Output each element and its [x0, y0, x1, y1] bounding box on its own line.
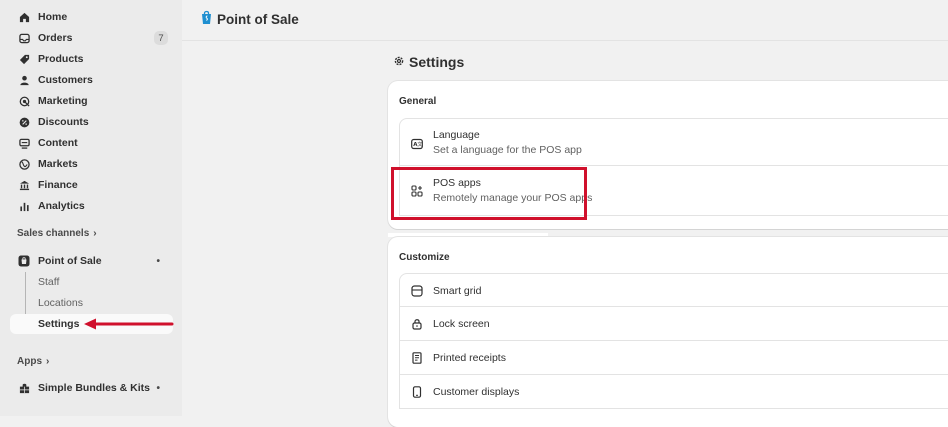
printed-receipts-title: Printed receipts [433, 352, 506, 364]
sidebar-item-label: Marketing [38, 95, 88, 107]
printed-receipts-row[interactable]: Printed receipts [399, 341, 948, 375]
sidebar-item-label: Markets [38, 158, 78, 170]
sidebar-item-label: Content [38, 137, 78, 149]
pos-bag-icon [18, 255, 30, 267]
tag-icon [18, 53, 30, 65]
general-heading: General [399, 96, 437, 107]
app-title-text: Point of Sale [217, 11, 299, 27]
sales-channels-heading[interactable]: Sales channels › [17, 228, 97, 239]
person-icon [18, 74, 30, 86]
bank-icon [18, 179, 30, 191]
sidebar-item-label: Orders [38, 32, 73, 44]
customer-displays-row[interactable]: Customer displays [399, 375, 948, 409]
app-title: Point of Sale [200, 10, 299, 28]
bar-chart-icon [18, 200, 30, 212]
language-title: Language [433, 129, 480, 141]
apps-label: Apps [17, 356, 42, 367]
more-options-icon[interactable]: • [156, 383, 160, 394]
chevron-right-icon: › [46, 356, 50, 367]
content-icon [18, 137, 30, 149]
smart-grid-title: Smart grid [433, 285, 482, 297]
sidebar-item-orders[interactable]: Orders 7 [8, 28, 172, 48]
display-icon [411, 386, 423, 398]
sidebar-item-markets[interactable]: Markets [8, 154, 172, 174]
customize-heading: Customize [399, 252, 450, 263]
orders-count-badge: 7 [154, 31, 168, 45]
home-icon [18, 11, 30, 23]
page-title: Settings [393, 54, 464, 70]
page-title-text: Settings [409, 54, 465, 70]
language-description: Set a language for the POS app [433, 144, 582, 156]
app-puzzle-icon [18, 382, 30, 394]
inbox-icon [18, 32, 30, 44]
sidebar-subitem-settings[interactable]: Settings [38, 318, 79, 330]
lock-icon [411, 318, 423, 330]
top-bar: Point of Sale [182, 0, 948, 41]
lock-screen-title: Lock screen [433, 318, 490, 330]
sidebar-item-label: Discounts [38, 116, 89, 128]
sidebar-item-discounts[interactable]: Discounts [8, 112, 172, 132]
sidebar-item-products[interactable]: Products [8, 49, 172, 69]
more-options-icon[interactable]: • [156, 256, 160, 267]
target-icon [18, 95, 30, 107]
chevron-right-icon: › [93, 228, 97, 239]
sidebar-item-marketing[interactable]: Marketing [8, 91, 172, 111]
language-icon: A文 [411, 138, 423, 150]
sidebar-item-simple-bundles[interactable]: Simple Bundles & Kits • [8, 378, 172, 398]
language-row[interactable]: A文 Language Set a language for the POS a… [399, 118, 948, 166]
apps-heading[interactable]: Apps › [17, 356, 49, 367]
sidebar-subitem-locations[interactable]: Locations [38, 297, 83, 309]
sidebar-item-label: Finance [38, 179, 78, 191]
globe-icon [18, 158, 30, 170]
smart-grid-row[interactable]: Smart grid [399, 273, 948, 307]
pos-app-icon [200, 10, 213, 28]
sidebar-item-home[interactable]: Home [8, 7, 172, 27]
sidebar-item-label: Point of Sale [38, 255, 102, 267]
grid-icon [411, 285, 423, 297]
sidebar-item-point-of-sale[interactable]: Point of Sale • [8, 251, 172, 271]
customer-displays-title: Customer displays [433, 386, 520, 398]
sidebar-item-label: Simple Bundles & Kits [38, 382, 151, 394]
sidebar-item-label: Analytics [38, 200, 85, 212]
customize-card: Customize Smart grid Lock screen Printed… [388, 237, 948, 427]
discount-icon [18, 116, 30, 128]
sidebar-item-label: Home [38, 11, 68, 23]
sidebar-item-label: Customers [38, 74, 93, 86]
annotation-highlight-box [391, 167, 587, 220]
sidebar: Home Orders 7 Products Customers Marketi… [0, 0, 182, 416]
receipt-icon [411, 352, 423, 364]
sales-channels-label: Sales channels [17, 228, 90, 239]
sidebar-item-customers[interactable]: Customers [8, 70, 172, 90]
svg-text:文: 文 [417, 141, 422, 148]
sidebar-item-analytics[interactable]: Analytics [8, 196, 172, 216]
sidebar-item-content[interactable]: Content [8, 133, 172, 153]
lock-screen-row[interactable]: Lock screen [399, 307, 948, 341]
sidebar-subitem-staff[interactable]: Staff [38, 276, 59, 288]
sidebar-item-label: Products [38, 53, 84, 65]
gear-icon [393, 54, 405, 70]
sidebar-item-finance[interactable]: Finance [8, 175, 172, 195]
annotation-arrow-icon [84, 318, 174, 330]
